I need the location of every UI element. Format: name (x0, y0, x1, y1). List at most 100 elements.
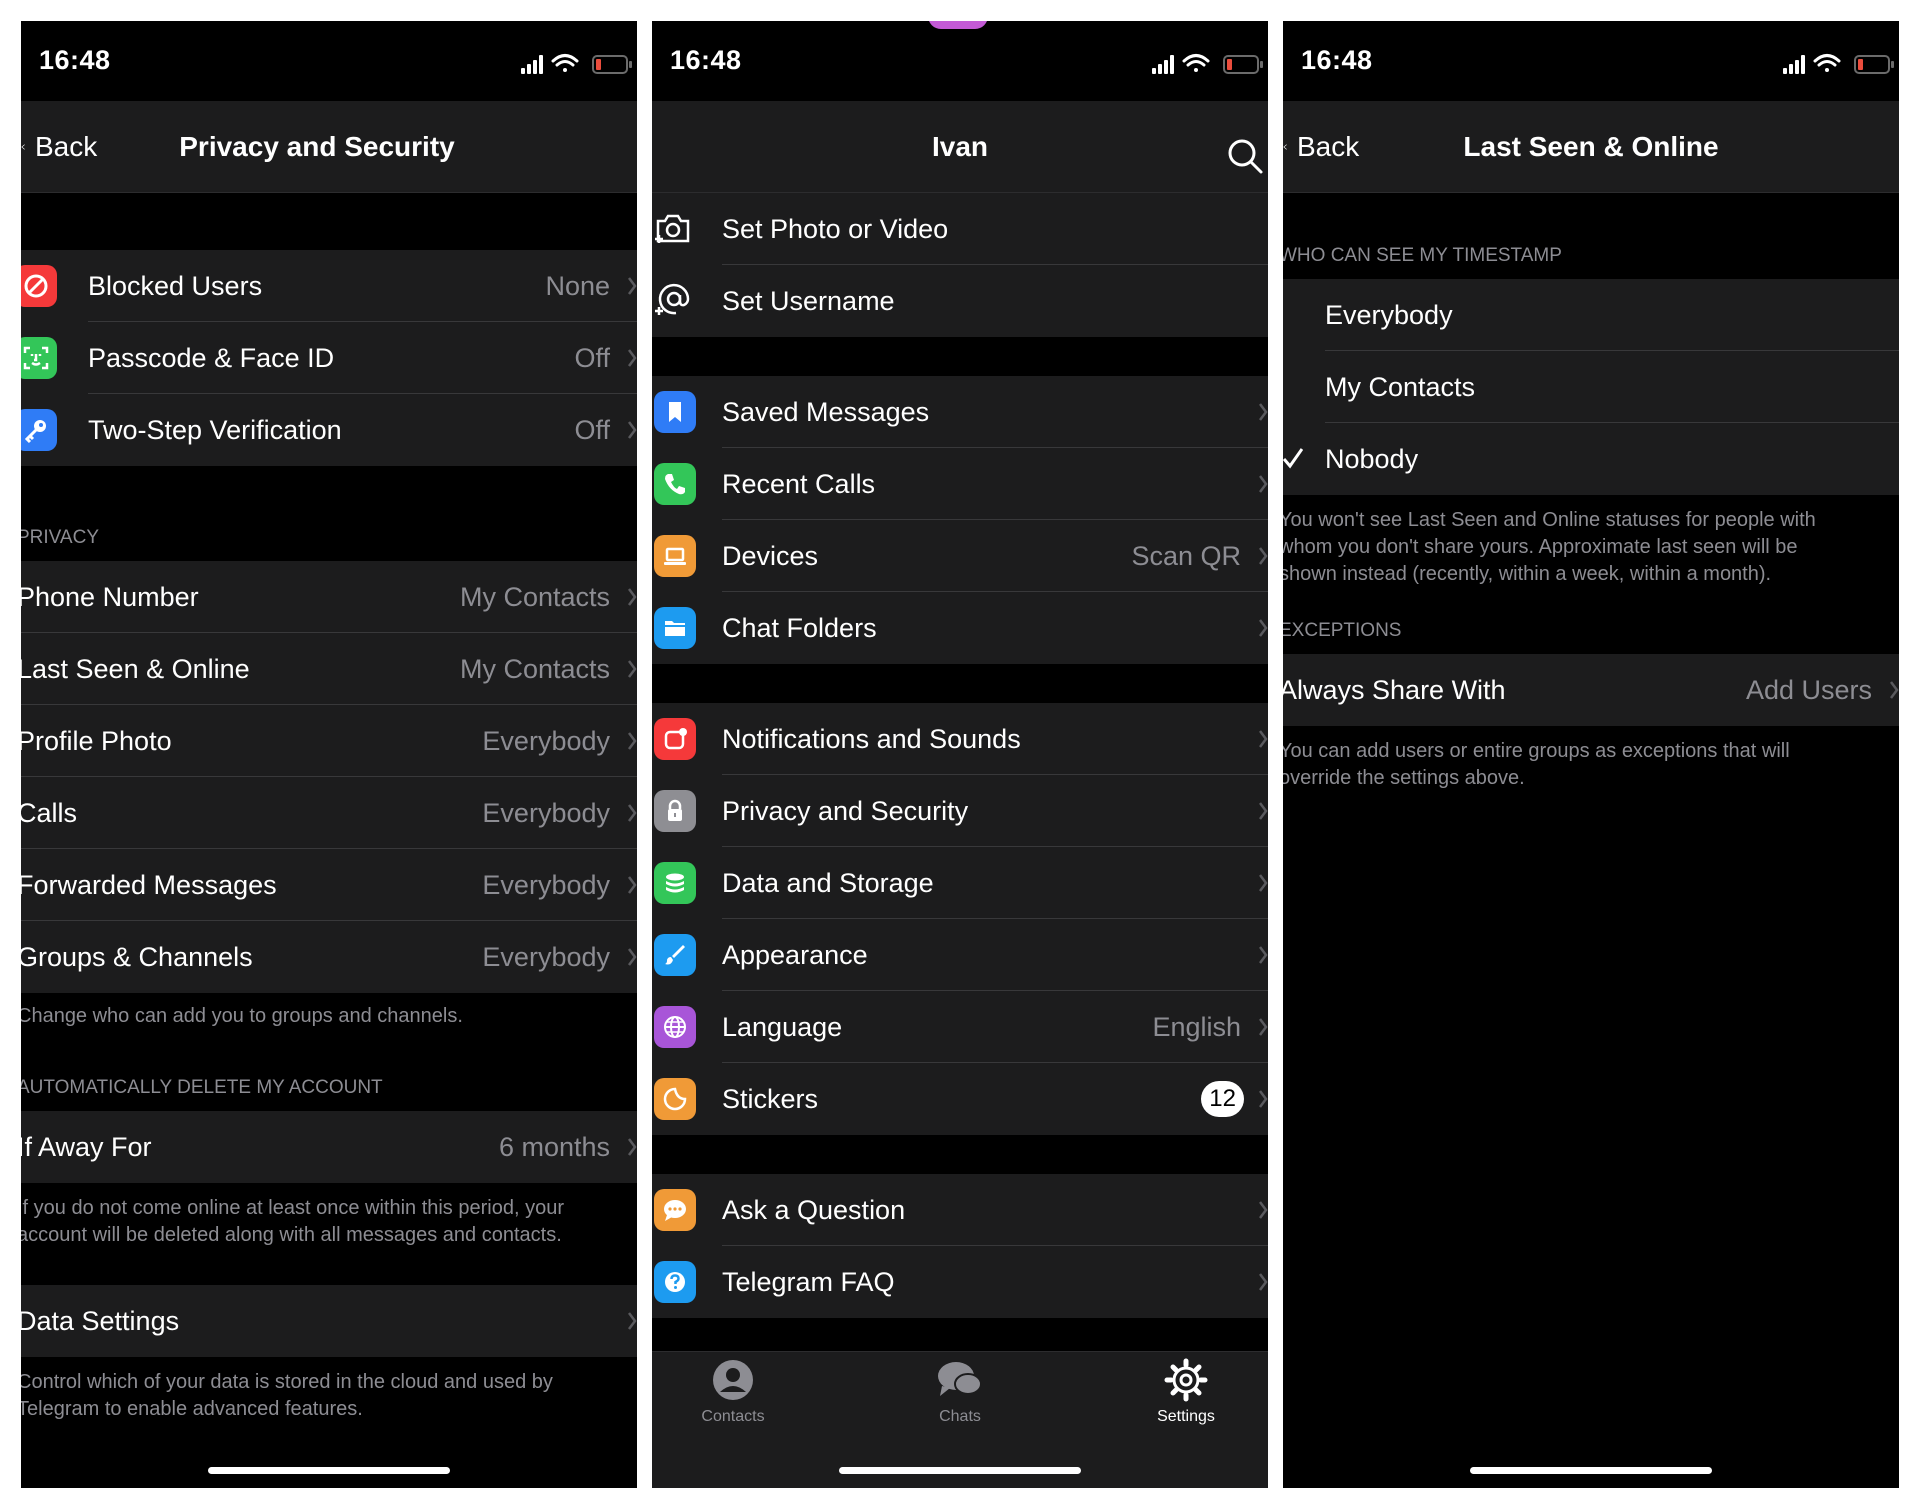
key-icon (21, 409, 57, 451)
chevron-right-icon (628, 1312, 637, 1330)
row-value: My Contacts (459, 582, 610, 612)
privacy-security-screen: 16:48 Back Privacy and Security Blocked … (21, 21, 637, 1488)
away-for-row[interactable]: If Away For 6 months (21, 1111, 637, 1183)
timestamp-header: WHO CAN SEE MY TIMESTAMP (1283, 245, 1562, 266)
bookmark-icon (654, 391, 696, 433)
blocked-icon (21, 265, 57, 307)
recent-calls-row[interactable]: Recent Calls (652, 448, 1268, 520)
tab-settings[interactable]: Settings (1126, 1358, 1246, 1426)
option-label: Nobody (1325, 443, 1419, 474)
page-title: Privacy and Security (179, 131, 455, 162)
chat-bubble-icon (654, 1189, 696, 1231)
notifications-and-sounds-row[interactable]: Notifications and Sounds (652, 703, 1268, 775)
wifi-icon (1813, 54, 1841, 72)
chevron-right-icon (628, 876, 637, 894)
tab-label: Chats (939, 1408, 981, 1425)
settings-list: Set Photo or Video Set Username Saved Me… (652, 193, 1268, 1318)
row-label: Privacy and Security (722, 795, 969, 826)
status-bar: 16:48 (1283, 21, 1899, 101)
status-time: 16:48 (1301, 45, 1373, 75)
row-label: Devices (722, 540, 819, 571)
chats-icon (938, 1362, 982, 1396)
visibility-options: Everybody My Contacts Nobody (1283, 279, 1899, 495)
privacy-and-security-row[interactable]: Privacy and Security (652, 775, 1268, 847)
saved-messages-row[interactable]: Saved Messages (652, 376, 1268, 448)
stickers-row[interactable]: Stickers 12 (652, 1063, 1268, 1135)
wifi-icon (551, 54, 579, 72)
language-row[interactable]: Language English (652, 991, 1268, 1063)
last-seen-row[interactable]: Last Seen & Online My Contacts (21, 633, 637, 705)
two-step-row[interactable]: Two-Step Verification Off (21, 394, 637, 466)
chevron-right-icon (1259, 403, 1268, 421)
delete-account-group: If Away For 6 months (21, 1111, 637, 1183)
row-label: Groups & Channels (21, 941, 253, 972)
chevron-right-icon (628, 277, 637, 295)
status-time: 16:48 (670, 45, 742, 75)
main-group: Saved Messages Recent Calls Devices Scan QR… (652, 376, 1268, 664)
row-value: Off (574, 343, 610, 373)
row-label: Notifications and Sounds (722, 723, 1021, 754)
page-title: Last Seen & Online (1463, 131, 1719, 162)
data-and-storage-row[interactable]: Data and Storage (652, 847, 1268, 919)
battery-icon (1854, 55, 1894, 74)
chevron-right-icon (1259, 475, 1268, 493)
row-value: Everybody (482, 798, 610, 828)
forwarded-messages-row[interactable]: Forwarded Messages Everybody (21, 849, 637, 921)
appearance-row[interactable]: Appearance (652, 919, 1268, 991)
row-label: Appearance (722, 939, 868, 970)
person-icon (713, 1360, 753, 1400)
at-icon (655, 283, 690, 315)
chat-folders-row[interactable]: Chat Folders (652, 592, 1268, 664)
row-label: Chat Folders (722, 612, 877, 643)
home-indicator (208, 1467, 450, 1474)
profile-group: Set Photo or Video Set Username (652, 193, 1268, 337)
folder-icon (654, 607, 696, 649)
exceptions-group: Always Share With Add Users (1283, 654, 1899, 726)
settings-list: Blocked Users None Passcode & Face ID Of… (21, 193, 637, 1447)
blocked-users-row[interactable]: Blocked Users None (21, 250, 637, 322)
signal-icon (521, 55, 543, 74)
row-value: Everybody (482, 942, 610, 972)
chevron-right-icon (1259, 1018, 1268, 1036)
data-settings-footer: Control which of your data is stored in … (21, 1371, 553, 1420)
data-settings-row[interactable]: Data Settings (21, 1285, 637, 1357)
bell-icon (654, 718, 696, 760)
row-value: Everybody (482, 726, 610, 756)
profile-photo-row[interactable]: Profile Photo Everybody (21, 705, 637, 777)
signal-icon (1783, 55, 1805, 74)
chevron-right-icon (1259, 1201, 1268, 1219)
row-value: Off (574, 415, 610, 445)
brush-icon (654, 934, 696, 976)
telegram-faq-row[interactable]: Telegram FAQ (652, 1246, 1268, 1318)
row-label: Recent Calls (722, 468, 876, 499)
exceptions-header: EXCEPTIONS (1283, 620, 1402, 641)
chevron-right-icon (628, 588, 637, 606)
search-icon[interactable] (1226, 137, 1264, 175)
chevron-right-icon (628, 804, 637, 822)
calls-row[interactable]: Calls Everybody (21, 777, 637, 849)
set-photo-row[interactable]: Set Photo or Video (652, 193, 1268, 265)
option-label: Everybody (1325, 299, 1453, 330)
option-everybody[interactable]: Everybody (1283, 279, 1899, 351)
option-my-contacts[interactable]: My Contacts (1283, 351, 1899, 423)
set-username-row[interactable]: Set Username (652, 265, 1268, 337)
always-share-row[interactable]: Always Share With Add Users (1283, 654, 1899, 726)
devices-row[interactable]: Devices Scan QR (652, 520, 1268, 592)
chevron-right-icon (1259, 946, 1268, 964)
status-icons (521, 54, 632, 74)
groups-channels-row[interactable]: Groups & Channels Everybody (21, 921, 637, 993)
option-nobody[interactable]: Nobody (1283, 423, 1899, 495)
row-value: Add Users (1745, 675, 1872, 705)
chevron-right-icon (1259, 1273, 1268, 1291)
row-label: Blocked Users (88, 270, 263, 301)
delete-account-header: AUTOMATICALLY DELETE MY ACCOUNT (21, 1077, 383, 1098)
tab-contacts[interactable]: Contacts (673, 1358, 793, 1426)
phone-number-row[interactable]: Phone Number My Contacts (21, 561, 637, 633)
ask-a-question-row[interactable]: Ask a Question (652, 1174, 1268, 1246)
option-label: My Contacts (1325, 371, 1476, 402)
tab-label: Settings (1157, 1408, 1215, 1425)
sticker-icon (654, 1078, 696, 1120)
row-label: Profile Photo (21, 725, 172, 756)
passcode-row[interactable]: Passcode & Face ID Off (21, 322, 637, 394)
tab-chats[interactable]: Chats (900, 1358, 1020, 1426)
